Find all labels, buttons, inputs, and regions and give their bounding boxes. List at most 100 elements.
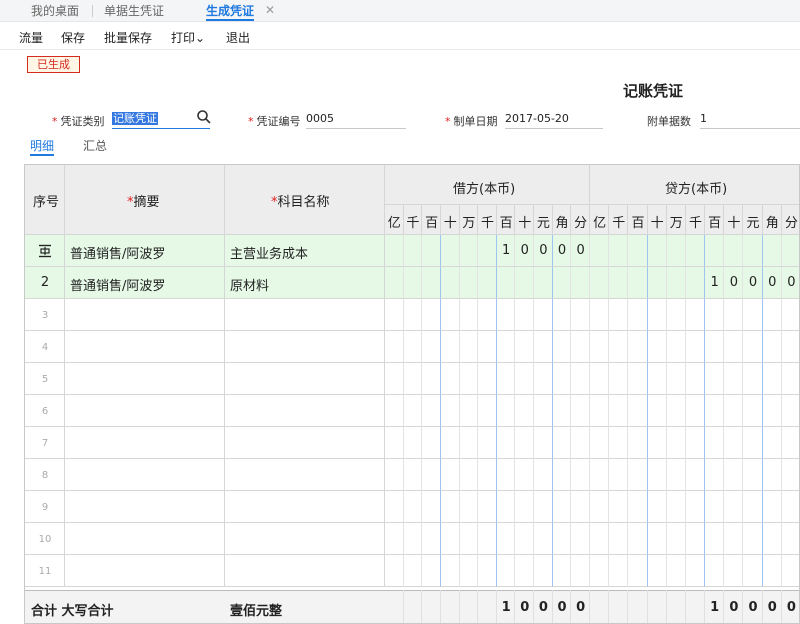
cell-credit-digit[interactable] [762,363,782,395]
cell-credit-digit[interactable] [609,427,629,459]
cell-credit-digit[interactable] [743,363,763,395]
cell-debit-digit[interactable] [552,427,572,459]
cell-credit-digit[interactable] [724,459,744,491]
cell-debit-digit[interactable] [385,427,404,459]
cell-debit-digit[interactable] [534,363,553,395]
cell-debit-digit[interactable] [534,299,553,331]
cell-credit-digit[interactable] [609,555,629,587]
cell-debit-digit[interactable] [515,267,535,299]
cell-credit-digit[interactable] [647,491,667,523]
cell-credit-digit[interactable] [666,459,686,491]
cell-credit-digit[interactable] [628,523,648,555]
cell-debit-digit[interactable] [440,267,460,299]
cell-debit-digit[interactable] [552,491,572,523]
cell-credit-digit[interactable] [666,235,686,267]
cell-debit-digit[interactable] [534,427,553,459]
cell-debit-digit[interactable] [422,523,441,555]
cell-debit-digit[interactable] [496,491,516,523]
cell-debit-digit[interactable] [459,331,479,363]
cell-debit-digit[interactable] [571,491,590,523]
cell-debit-digit[interactable] [459,523,479,555]
cell-debit-digit[interactable] [552,267,572,299]
cell-debit-digit[interactable] [385,331,404,363]
cell-credit-digit[interactable] [724,331,744,363]
cell-debit-digit[interactable] [478,491,497,523]
cell-debit-digit[interactable] [422,235,441,267]
cell-debit-digit[interactable] [403,491,423,523]
cell-debit-digit[interactable] [459,235,479,267]
cell-credit-digit[interactable] [609,363,629,395]
cell-debit-digit[interactable] [478,523,497,555]
cell-credit-digit[interactable] [743,555,763,587]
cell-credit-digit[interactable] [743,299,763,331]
cell-summary[interactable] [65,331,225,363]
cell-credit-digit[interactable] [724,235,744,267]
voucher-number-input[interactable]: 0005 [306,111,406,129]
cell-credit-digit[interactable] [762,491,782,523]
cell-credit-digit[interactable] [724,427,744,459]
cell-credit-digit[interactable] [647,235,667,267]
cell-credit-digit[interactable] [590,235,610,267]
cell-credit-digit[interactable] [724,491,744,523]
cell-debit-digit[interactable] [403,299,423,331]
tab-detail[interactable]: 明细 [30,137,55,156]
cell-debit-digit[interactable] [440,299,460,331]
tab-desktop[interactable]: 我的桌面 [31,3,79,21]
cell-account[interactable] [225,491,385,523]
cell-credit-digit[interactable] [762,331,782,363]
cell-debit-digit[interactable] [571,523,590,555]
cell-debit-digit[interactable] [385,491,404,523]
cell-credit-digit[interactable] [628,235,648,267]
exit-button[interactable]: 退出 [226,29,250,46]
cell-debit-digit[interactable] [515,459,535,491]
cell-debit-digit[interactable] [496,267,516,299]
cell-debit-digit[interactable] [496,523,516,555]
cell-debit-digit[interactable] [403,427,423,459]
cell-credit-digit[interactable] [590,267,610,299]
cell-credit-digit[interactable] [628,427,648,459]
tab-doc-to-voucher[interactable]: 单据生凭证 [104,3,164,21]
cell-debit-digit[interactable] [422,395,441,427]
cell-debit-digit[interactable] [459,459,479,491]
cell-credit-digit[interactable] [647,459,667,491]
cell-credit-digit[interactable] [609,235,629,267]
cell-summary[interactable] [65,427,225,459]
attachment-count-input[interactable]: 1 [700,111,800,129]
cell-credit-digit[interactable] [685,299,706,331]
cell-debit-digit[interactable] [478,395,497,427]
cell-credit-digit[interactable] [781,235,799,267]
cell-credit-digit[interactable] [685,491,706,523]
cell-credit-digit[interactable] [590,523,610,555]
cell-debit-digit[interactable] [459,555,479,587]
cell-credit-digit[interactable] [781,555,799,587]
cell-account[interactable] [225,459,385,491]
cell-debit-digit[interactable] [478,363,497,395]
cell-debit-digit[interactable] [440,491,460,523]
cell-debit-digit[interactable] [515,395,535,427]
cell-debit-digit[interactable] [534,395,553,427]
cell-debit-digit[interactable] [571,363,590,395]
cell-debit-digit[interactable] [496,459,516,491]
cell-debit-digit[interactable] [403,235,423,267]
cell-credit-digit[interactable] [762,459,782,491]
cell-debit-digit[interactable] [571,427,590,459]
cell-debit-digit[interactable] [515,427,535,459]
cell-debit-digit[interactable] [571,331,590,363]
cell-credit-digit[interactable] [628,267,648,299]
cell-account[interactable] [225,395,385,427]
print-button[interactable]: 打印⌄ [171,29,205,46]
cell-debit-digit[interactable] [534,459,553,491]
cell-debit-digit[interactable] [403,395,423,427]
close-icon[interactable]: ✕ [265,3,275,17]
cell-credit-digit[interactable] [743,459,763,491]
cell-debit-digit[interactable] [422,491,441,523]
cell-debit-digit[interactable] [403,459,423,491]
cell-credit-digit[interactable] [628,459,648,491]
cell-credit-digit[interactable] [666,299,686,331]
insert-row-icon[interactable] [38,244,52,258]
cell-debit-digit[interactable] [571,267,590,299]
cell-debit-digit[interactable] [496,555,516,587]
cell-debit-digit[interactable] [459,299,479,331]
cell-debit-digit[interactable] [496,395,516,427]
cell-credit-digit[interactable] [781,395,799,427]
